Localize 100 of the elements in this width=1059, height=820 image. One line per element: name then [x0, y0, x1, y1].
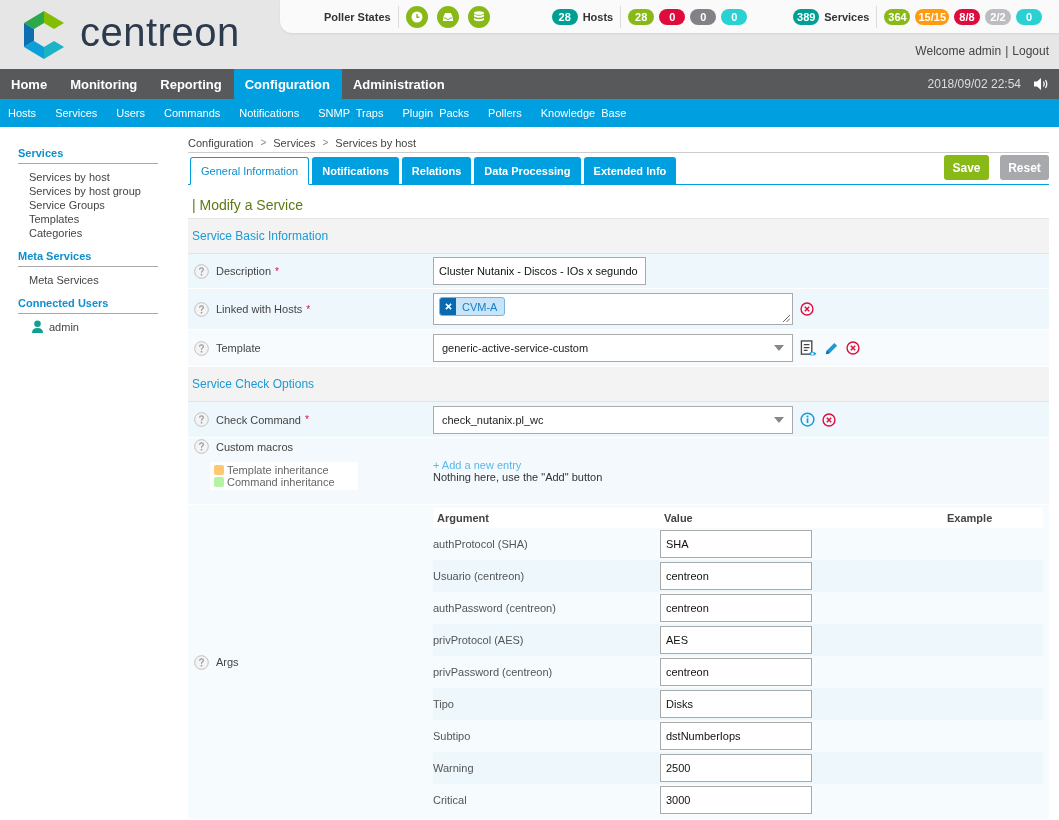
- legend-label: Command inheritance: [227, 476, 335, 488]
- field-label: Check Command: [216, 413, 301, 426]
- hosts-total-badge[interactable]: 28: [551, 8, 578, 25]
- empty-note: Nothing here, use the "Add" button: [433, 471, 603, 483]
- form-tab[interactable]: Extended Info: [583, 157, 677, 184]
- form-tab[interactable]: Notifications: [312, 157, 399, 184]
- services-total-badge[interactable]: 389: [793, 8, 820, 25]
- sub-nav-link[interactable]: Hosts: [8, 107, 37, 119]
- speaker-icon[interactable]: [1033, 77, 1049, 91]
- legend-label: Template inheritance: [227, 464, 329, 476]
- argument-label: privPassword (centreon): [433, 666, 554, 678]
- argument-value-field[interactable]: centreon: [660, 658, 812, 686]
- sub-nav-link[interactable]: Pollers: [488, 107, 522, 119]
- argument-value-field[interactable]: centreon: [660, 594, 812, 622]
- sub-nav-link[interactable]: Knowledge Base: [540, 107, 627, 119]
- sidebar-heading: Services: [18, 147, 158, 164]
- sidebar-heading: Connected Users: [18, 297, 158, 314]
- section-title: Service Basic Information: [192, 229, 329, 243]
- breadcrumb-link[interactable]: Services: [273, 137, 316, 149]
- poller-states-label: Poller States: [324, 10, 391, 23]
- sidebar-item[interactable]: Services by host group: [18, 184, 188, 198]
- argument-value-field[interactable]: dstNumberIops: [660, 722, 812, 750]
- breadcrumb-separator: >: [322, 137, 329, 149]
- host-status-badge[interactable]: 0: [690, 8, 717, 25]
- sidebar-item[interactable]: Templates: [18, 212, 188, 226]
- argument-value-field[interactable]: 3000: [660, 786, 812, 814]
- sidebar-heading: Meta Services: [18, 250, 158, 267]
- main-nav-tab[interactable]: Reporting: [149, 69, 234, 99]
- field-label: Args: [216, 656, 239, 668]
- caret-icon: [774, 345, 784, 351]
- argument-value-field[interactable]: centreon: [660, 562, 812, 590]
- sub-nav-link[interactable]: Notifications: [239, 107, 300, 119]
- form-tab[interactable]: Relations: [401, 157, 472, 184]
- required-mark: *: [306, 303, 311, 315]
- breadcrumb-link[interactable]: Configuration: [188, 137, 254, 149]
- centreon-logo[interactable]: centreon: [0, 0, 280, 69]
- sidebar-item[interactable]: Categories: [18, 226, 188, 240]
- logout-link[interactable]: Logout: [1012, 44, 1049, 58]
- service-status-badge[interactable]: 8/8: [954, 8, 980, 25]
- remove-icon[interactable]: [822, 412, 836, 427]
- main-nav-tab[interactable]: Administration: [341, 69, 457, 99]
- select-field[interactable]: generic-active-service-custom: [433, 334, 793, 362]
- select-field[interactable]: check_nutanix.pl_wc: [433, 405, 793, 434]
- form-tab[interactable]: General Information: [190, 157, 310, 185]
- sub-nav-link[interactable]: Users: [116, 107, 146, 119]
- sidebar-item[interactable]: Service Groups: [18, 198, 188, 212]
- argument-label: Subtipo: [433, 730, 472, 742]
- section-title: Service Check Options: [192, 377, 315, 391]
- argument-label: authProtocol (SHA): [433, 538, 529, 550]
- remove-icon[interactable]: [846, 341, 860, 355]
- inbox-icon[interactable]: [436, 5, 459, 28]
- field-label: Custom macros: [216, 440, 294, 453]
- help-icon[interactable]: [194, 301, 209, 317]
- main-nav-tab[interactable]: Home: [0, 69, 60, 99]
- hosts-label: Hosts: [582, 10, 614, 23]
- main-nav-tab[interactable]: Configuration: [233, 69, 342, 99]
- field-label: Description: [216, 265, 272, 277]
- welcome-separator: |: [1005, 44, 1009, 58]
- sub-nav-link[interactable]: Commands: [164, 107, 221, 119]
- argument-label: Warning: [433, 762, 475, 774]
- host-status-badge[interactable]: 0: [659, 8, 686, 25]
- sub-nav-link[interactable]: Services: [55, 107, 98, 119]
- info-icon[interactable]: [800, 412, 815, 427]
- resize-grip-icon[interactable]: [782, 314, 790, 322]
- form-tab[interactable]: Data Processing: [474, 157, 581, 184]
- argument-label: authPassword (centreon): [433, 602, 557, 614]
- required-mark: *: [305, 414, 309, 425]
- user-name: admin: [49, 320, 79, 333]
- sidebar-item[interactable]: Meta Services: [18, 273, 188, 287]
- clock-icon[interactable]: [405, 5, 428, 28]
- argument-label: Usuario (centreon): [433, 570, 526, 582]
- help-icon[interactable]: [194, 654, 209, 670]
- sub-nav-link[interactable]: SNMP Traps: [318, 107, 384, 119]
- argument-value-field[interactable]: SHA: [660, 530, 812, 558]
- help-icon[interactable]: [194, 340, 209, 356]
- argument-label: Tipo: [433, 698, 455, 710]
- argument-value-field[interactable]: 2500: [660, 754, 812, 782]
- argument-value-field[interactable]: Disks: [660, 690, 812, 718]
- sidebar-item[interactable]: Services by host: [18, 170, 188, 184]
- hosts-field[interactable]: CVM-A: [433, 293, 793, 325]
- document-view-icon[interactable]: [800, 339, 817, 357]
- breadcrumb-link[interactable]: Services by host: [335, 137, 416, 149]
- help-icon[interactable]: [194, 263, 209, 279]
- caret-icon: [774, 416, 784, 423]
- pencil-icon[interactable]: [824, 340, 839, 356]
- sub-nav-link[interactable]: Plugin Packs: [402, 107, 470, 119]
- database-icon[interactable]: [467, 5, 490, 28]
- host-tag[interactable]: CVM-A: [439, 297, 506, 316]
- help-icon[interactable]: [194, 412, 209, 427]
- argument-label: Critical: [433, 794, 468, 806]
- column-header: Argument: [436, 512, 490, 524]
- argument-value-field[interactable]: AES: [660, 626, 812, 654]
- field-label: Linked with Hosts: [216, 303, 303, 315]
- column-header: Example: [946, 512, 994, 524]
- main-nav-tab[interactable]: Monitoring: [59, 69, 150, 99]
- remove-icon[interactable]: [800, 302, 814, 316]
- required-mark: *: [275, 265, 279, 277]
- description-field[interactable]: Cluster Nutanix - Discos - IOs x segundo: [433, 257, 646, 285]
- help-icon[interactable]: [194, 439, 209, 454]
- tag-remove-icon[interactable]: [444, 303, 452, 310]
